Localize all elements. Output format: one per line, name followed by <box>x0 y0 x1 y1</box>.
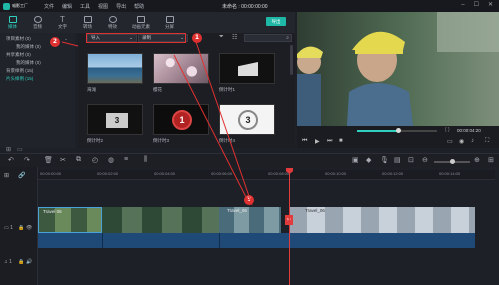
annotation-arrows <box>61 41 253 206</box>
